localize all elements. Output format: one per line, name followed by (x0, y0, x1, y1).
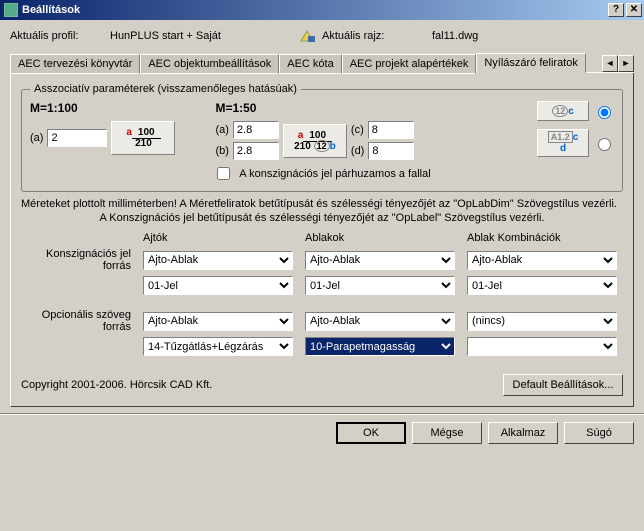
hd-kombi: Ablak Kombinációk (467, 232, 617, 244)
current-profile-label: Aktuális profil: (10, 30, 110, 42)
dd-kon-kombi-2[interactable]: 01-Jel (467, 276, 617, 295)
dd-opc-ablakok-2[interactable]: 10-Parapetmagasság (305, 337, 455, 356)
current-drawing-value: fal11.dwg (432, 30, 478, 42)
current-profile-value: HunPLUS start + Saját (110, 30, 300, 42)
dim-icon-50: a100 210 12b (283, 124, 347, 158)
radio-options: 12c A1.2c d (537, 101, 614, 160)
current-drawing-label: Aktuális rajz: (322, 30, 432, 42)
tab-scroll-right[interactable]: ► (618, 55, 634, 72)
hd-ajtok: Ajtók (143, 232, 293, 244)
radio-opt-1[interactable] (598, 106, 611, 119)
profile-row: Aktuális profil: HunPLUS start + Saját A… (10, 28, 634, 44)
dd-kon-kombi-1[interactable]: Ajto-Ablak (467, 251, 617, 270)
label-b-50: (b) (215, 145, 228, 157)
dd-kon-ajtok-1[interactable]: Ajto-Ablak (143, 251, 293, 270)
titlebar: Beállítások ? ✕ (0, 0, 644, 20)
input-a-100[interactable] (47, 129, 107, 147)
note-1: Méreteket plottolt milliméterben! A Mére… (21, 198, 623, 210)
tabs: AEC tervezési könyvtár AEC objektumbeáll… (10, 52, 634, 73)
window-title: Beállítások (22, 4, 606, 16)
apply-button[interactable]: Alkalmaz (488, 422, 558, 444)
drawing-icon (300, 28, 318, 44)
label-a-50: (a) (215, 124, 228, 136)
chk-parallel[interactable] (217, 167, 230, 180)
tab-aec-kota[interactable]: AEC kóta (279, 54, 341, 74)
dd-opc-ajtok-1[interactable]: Ajto-Ablak (143, 312, 293, 331)
tab-scroll-left[interactable]: ◄ (602, 55, 618, 72)
hd-ablakok: Ablakok (305, 232, 455, 244)
tab-aec-konyvtar[interactable]: AEC tervezési könyvtár (10, 54, 140, 74)
radio-opt-2[interactable] (598, 138, 611, 151)
defaults-button[interactable]: Default Beállítások... (503, 374, 623, 396)
input-a-50[interactable] (233, 121, 279, 139)
dim-icon-100: a100 210 (111, 121, 175, 155)
tab-scroll: ◄ ► (602, 55, 634, 72)
label-c: (c) (351, 124, 364, 136)
dd-kon-ablakok-2[interactable]: 01-Jel (305, 276, 455, 295)
m100-label: M=1:100 (30, 101, 175, 115)
dd-kon-ajtok-2[interactable]: 01-Jel (143, 276, 293, 295)
input-c[interactable] (368, 121, 414, 139)
r2-label: Opcionális szöveg forrás (21, 309, 131, 333)
opt-icon-1: 12c (537, 101, 589, 121)
r1-label: Konszignációs jel forrás (21, 248, 131, 272)
source-grid: Ajtók Ablakok Ablak Kombinációk Konszign… (21, 232, 623, 356)
dd-opc-kombi-1[interactable]: (nincs) (467, 312, 617, 331)
label-d: (d) (351, 145, 364, 157)
col-m50: M=1:50 (a) (b) (215, 101, 414, 160)
dd-opc-kombi-2[interactable] (467, 337, 617, 356)
label-a-100: (a) (30, 132, 43, 144)
dd-opc-ablakok-1[interactable]: Ajto-Ablak (305, 312, 455, 331)
tab-aec-objektum[interactable]: AEC objektumbeállítások (140, 54, 279, 74)
input-d[interactable] (368, 142, 414, 160)
tab-nyilaszaro[interactable]: Nyílászáró feliratok (476, 53, 586, 73)
dd-kon-ablakok-1[interactable]: Ajto-Ablak (305, 251, 455, 270)
help-button-bottom[interactable]: Súgó (564, 422, 634, 444)
copyright: Copyright 2001-2006. Hörcsik CAD Kft. (21, 379, 212, 391)
cancel-button[interactable]: Mégse (412, 422, 482, 444)
note-2: A Konszignációs jel betűtípusát és széle… (21, 212, 623, 224)
m50-label: M=1:50 (215, 101, 414, 115)
ok-button[interactable]: OK (336, 422, 406, 444)
app-icon (4, 3, 18, 17)
group-legend: Asszociatív paraméterek (visszamenőleges… (30, 83, 301, 95)
close-button[interactable]: ✕ (626, 3, 642, 17)
opt-icon-2: A1.2c d (537, 129, 589, 157)
chk-parallel-label: A konszignációs jel párhuzamos a fallal (239, 168, 430, 180)
dialog-buttons: OK Mégse Alkalmaz Súgó (0, 413, 644, 454)
col-m100: M=1:100 (a) a100 210 (30, 101, 175, 160)
tab-aec-projekt[interactable]: AEC projekt alapértékek (342, 54, 477, 74)
tab-page: Asszociatív paraméterek (visszamenőleges… (10, 73, 634, 407)
dd-opc-ajtok-2[interactable]: 14-Tűzgátlás+Légzárás (143, 337, 293, 356)
assoc-params-group: Asszociatív paraméterek (visszamenőleges… (21, 83, 623, 192)
input-b-50[interactable] (233, 142, 279, 160)
help-button[interactable]: ? (608, 3, 624, 17)
